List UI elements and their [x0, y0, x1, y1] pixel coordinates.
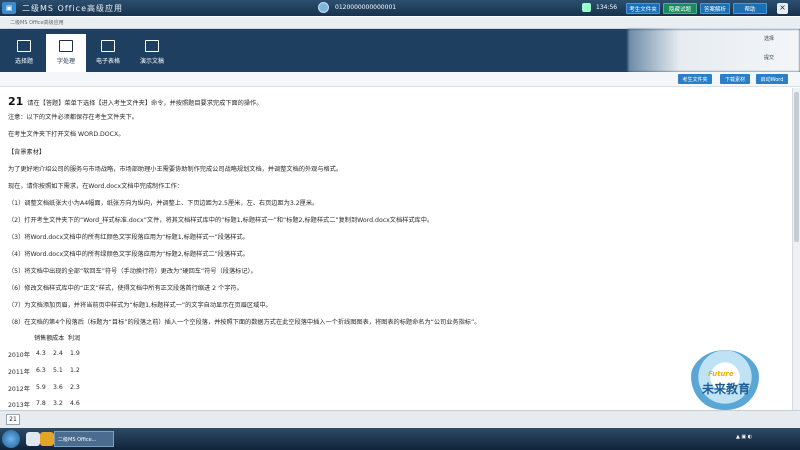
table-cell: 4.6 [70, 400, 80, 407]
tab-presentation[interactable]: 演示文稿 [132, 34, 172, 72]
tab-label: 电子表格 [95, 58, 120, 65]
step-item: （5）将文档中出现的全部“软回车”符号（手动换行符）更改为“硬回车”符号（段落标… [8, 268, 257, 275]
background-text-1: 为了更好地介绍公司的服务与市场战略，市场部助理小王需要协助制作完成公司战略规划文… [8, 166, 343, 173]
folder-icon[interactable] [40, 432, 54, 446]
taskbar: 二级MS Office... ▲ ▣ ◐ [0, 428, 800, 450]
examinee-folder-button[interactable]: 考生文件夹 [626, 3, 660, 14]
tab-word-processing[interactable]: 字处理 [46, 34, 86, 72]
open-folder-button[interactable]: 考生文件夹 [678, 74, 712, 84]
ribbon-blurred-area [628, 29, 800, 72]
table-cell: 5.1 [53, 367, 63, 374]
user-icon [318, 2, 329, 13]
download-material-button[interactable]: 下载素材 [720, 74, 750, 84]
vertical-scrollbar[interactable] [792, 88, 800, 410]
table-header: 销售额 [34, 335, 53, 342]
countdown-timer: 134:56 [596, 4, 618, 11]
step-item: （7）为文档添加页眉，并将当前页中样式为“标题1,标题样式一”的文字自动显示在页… [8, 302, 272, 309]
note-text: 注意：以下的文件必须都保存在考生文件夹下。 [8, 114, 138, 121]
start-button[interactable] [2, 430, 20, 448]
table-cell: 2.4 [53, 350, 63, 357]
table-cell: 1.2 [70, 367, 80, 374]
tab-spreadsheet[interactable]: 电子表格 [88, 34, 128, 72]
tab-choice-questions[interactable]: 选择题 [4, 34, 44, 72]
app-title: 二级MS Office高级应用 [22, 3, 123, 13]
table-cell: 3.2 [53, 400, 63, 407]
candidate-info: 0120000000000001 [318, 2, 396, 13]
step-item: （8）在文档的第4个段落后（标题为“目标”的段落之前）插入一个空段落，并按照下面… [8, 319, 481, 326]
table-cell: 4.3 [36, 350, 46, 357]
sheet-icon [101, 40, 115, 52]
open-instruction: 在考生文件夹下打开文档 WORD.DOCX。 [8, 131, 125, 138]
pencil-icon [17, 40, 31, 52]
tab-label: 演示文稿 [139, 58, 164, 65]
table-cell: 1.9 [70, 350, 80, 357]
step-item: （1）调整文档纸张大小为A4幅面，纸张方向为纵向，并调整上、下页边距为2.5厘米… [8, 200, 319, 207]
slides-icon [145, 40, 159, 52]
taskbar-app-item[interactable]: 二级MS Office... [54, 431, 114, 447]
scrollbar-thumb[interactable] [794, 92, 799, 242]
candidate-id: 0120000000000001 [335, 4, 397, 11]
table-cell: 2011年 [8, 369, 30, 376]
launch-word-button[interactable]: 启动Word [756, 74, 788, 84]
table-cell: 2.3 [70, 384, 80, 391]
tab-label: 字处理 [56, 58, 75, 65]
table-header: 利润 [68, 335, 81, 342]
module-ribbon: 选择题 字处理 电子表格 演示文稿 选择 提交 [0, 29, 800, 72]
section-heading: 【背景素材】 [8, 149, 46, 156]
background-text-2: 现在，请你按照如下需求，在Word.docx文档中完成制作工作： [8, 183, 183, 190]
system-tray-icons: ▲ ▣ ◐ [736, 434, 753, 440]
table-cell: 2012年 [8, 386, 30, 393]
table-cell: 2013年 [8, 402, 30, 409]
help-button[interactable]: 帮助 [733, 3, 767, 14]
close-icon[interactable]: × [777, 3, 788, 14]
table-cell: 2010年 [8, 352, 30, 359]
page-number-button[interactable]: 21 [6, 414, 20, 425]
answer-analysis-button[interactable]: 答案解析 [700, 3, 730, 14]
table-header: 成本 [52, 335, 65, 342]
intro-text: 请在【答题】菜单下选择【进入考生文件夹】命令，并按照题目要求完成下面的操作。 [27, 100, 263, 107]
document-tab-label[interactable]: 二级MS Office高级应用 [10, 19, 64, 26]
table-cell: 5.9 [36, 384, 46, 391]
watermark-cn-text: 未来教育 [701, 382, 750, 396]
step-item: （3）将Word.docx文档中的所有红颜色文字段落应用为“标题1,标题样式一”… [8, 234, 249, 241]
step-item: （6）修改文档样式库中的“正文”样式，使得文档中所有正文段落首行缩进 2 个字符… [8, 285, 243, 292]
step-item: （2）打开考生文件夹下的“Word_样式标准.docx”文件，将其文档样式库中的… [8, 217, 434, 224]
step-item: （4）将Word.docx文档中的所有绿颜色文字段落应用为“标题2,标题样式二”… [8, 251, 249, 258]
hide-question-button[interactable]: 隐藏试题 [663, 3, 697, 14]
ribbon-submit-button[interactable]: 提交 [764, 54, 774, 61]
watermark-en-text: Future [708, 370, 734, 378]
table-cell: 7.8 [36, 400, 46, 407]
table-cell: 6.3 [36, 367, 46, 374]
app-logo-icon: ▣ [2, 2, 16, 14]
bottom-bar: 21 [0, 410, 800, 428]
question-number: 21 [8, 95, 24, 108]
action-row: 考生文件夹 下载素材 启动Word [0, 72, 800, 87]
ribbon-select-button[interactable]: 选择 [764, 35, 774, 42]
table-cell: 3.6 [53, 384, 63, 391]
question-intro: 21 请在【答题】菜单下选择【进入考生文件夹】命令，并按照题目要求完成下面的操作… [8, 95, 262, 108]
tab-label: 选择题 [14, 58, 33, 65]
doc-icon [59, 40, 73, 52]
explorer-icon[interactable] [26, 432, 40, 446]
document-tab-bar: 二级MS Office高级应用 [0, 17, 800, 29]
clock-icon [582, 3, 591, 12]
